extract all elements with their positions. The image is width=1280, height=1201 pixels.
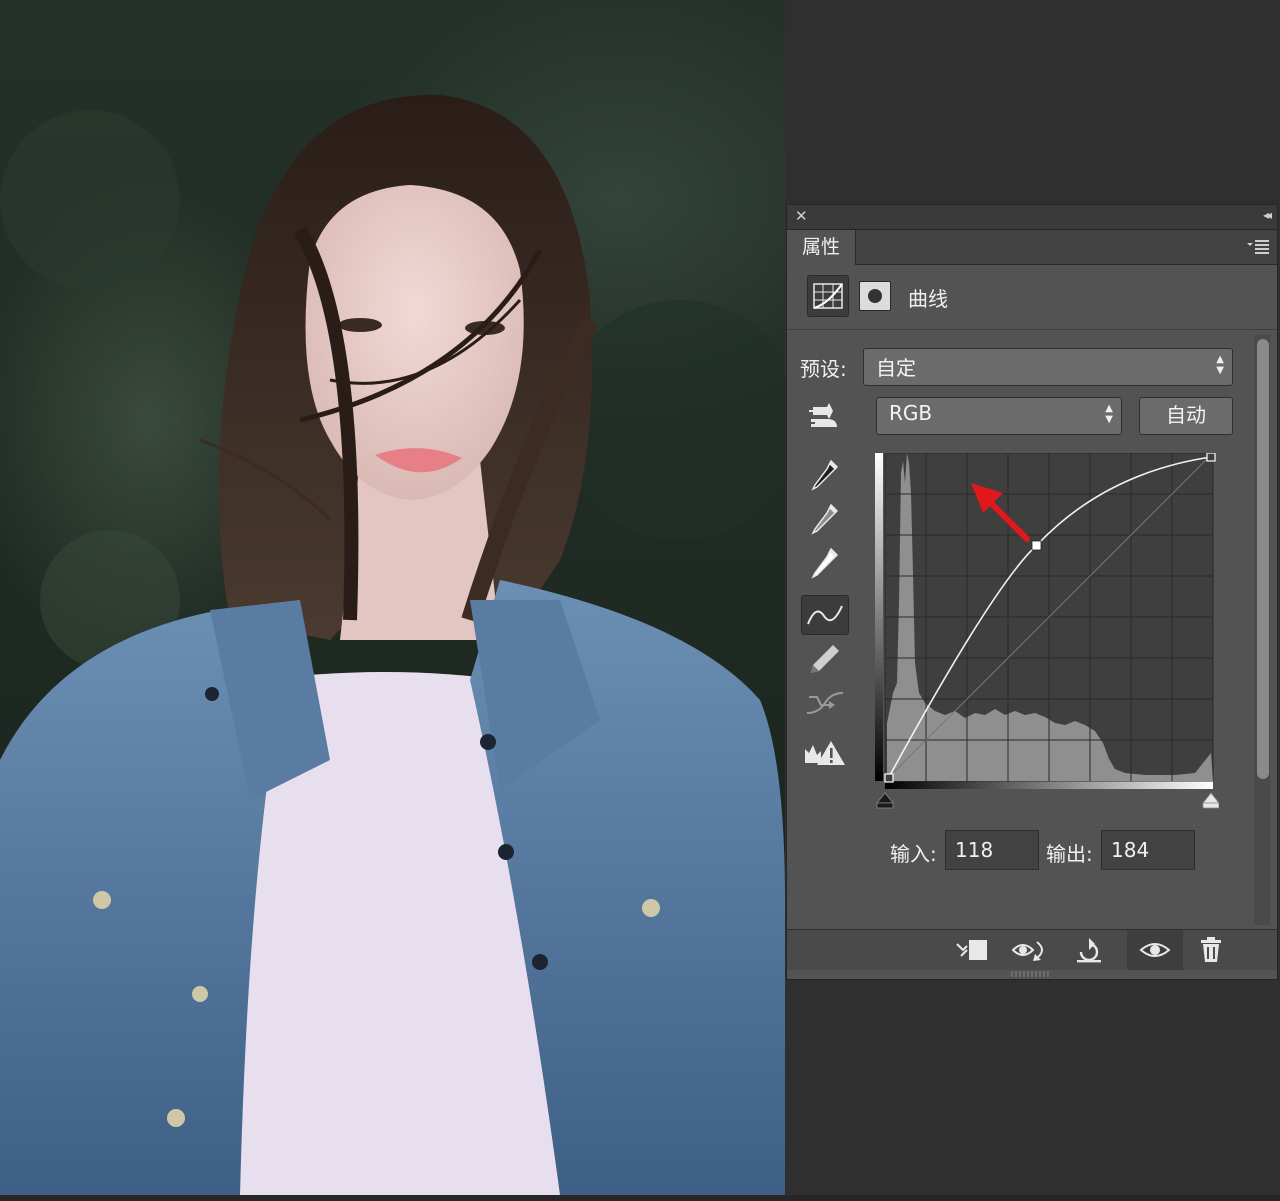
gray-point-eyedropper[interactable] [801, 499, 849, 539]
point-curve-tool[interactable] [801, 595, 849, 635]
portrait-illustration [0, 94, 785, 1195]
eye-icon [1139, 943, 1171, 957]
tab-properties[interactable]: 属性 [787, 230, 856, 265]
output-label: 输出: [1046, 842, 1093, 866]
reset-button[interactable] [1069, 934, 1109, 966]
black-point-eyedropper-icon [811, 459, 839, 491]
white-point-eyedropper[interactable] [801, 543, 849, 583]
curve-black-point[interactable] [884, 773, 894, 783]
panel-titlebar[interactable]: ✕ ◂◂ [787, 205, 1277, 230]
white-input-slider[interactable] [1202, 792, 1219, 804]
adjustment-name: 曲线 [908, 287, 948, 311]
channel-select[interactable]: RGB ▲ ▼ [876, 397, 1122, 435]
white-point-eyedropper-icon [811, 547, 839, 579]
auto-button[interactable]: 自动 [1139, 397, 1233, 435]
collapse-icon[interactable]: ◂◂ [1263, 208, 1272, 222]
scrollbar-thumb[interactable] [1257, 339, 1269, 779]
view-previous-button[interactable] [1011, 934, 1051, 966]
panel-menu-icon[interactable] [1247, 238, 1269, 254]
pencil-tool[interactable] [801, 639, 849, 679]
bottom-strip [0, 1195, 1280, 1201]
point-curve-icon [807, 605, 843, 625]
black-input-slider[interactable] [876, 792, 894, 804]
input-gradient-bar [885, 781, 1213, 789]
channel-value: RGB [889, 401, 933, 425]
panel-bottom-bar [787, 929, 1277, 970]
view-previous-icon [1011, 941, 1043, 961]
input-output-row: 输入: 118 输出: 184 [787, 830, 1277, 874]
adjustment-header: 曲线 [787, 265, 1277, 330]
targeted-adjustment-icon [809, 403, 837, 427]
preset-label: 预设: [800, 357, 847, 381]
clipping-warning-icon [805, 741, 845, 765]
preset-value: 自定 [876, 356, 916, 380]
trash-icon [1201, 937, 1221, 962]
curves-adjustment-icon [813, 283, 843, 309]
clipping-warning-tool[interactable] [801, 733, 849, 773]
close-icon[interactable]: ✕ [795, 207, 808, 225]
pencil-icon [811, 645, 839, 673]
smooth-curve-icon [806, 692, 844, 714]
panel-tab-row: 属性 [787, 230, 1277, 265]
black-point-eyedropper[interactable] [801, 455, 849, 495]
curves-adjustment-button[interactable] [807, 275, 849, 317]
output-field[interactable]: 184 [1101, 830, 1195, 870]
output-gradient-bar [875, 453, 883, 781]
curves-graph[interactable] [875, 453, 1219, 809]
clip-to-layer-button[interactable] [953, 934, 993, 966]
delete-button[interactable] [1191, 934, 1231, 966]
resize-grip-icon[interactable] [1011, 971, 1051, 977]
input-label: 输入: [890, 842, 937, 866]
preset-select[interactable]: 自定 ▲ ▼ [863, 348, 1233, 386]
smooth-curve-tool[interactable] [801, 683, 849, 723]
input-field[interactable]: 118 [945, 830, 1039, 870]
select-arrows-icon: ▲ ▼ [1216, 354, 1224, 376]
curve-control-point[interactable] [1031, 540, 1042, 551]
select-arrows-icon: ▲ ▼ [1105, 403, 1113, 425]
visibility-button[interactable] [1127, 930, 1183, 970]
mask-button[interactable] [859, 281, 891, 311]
mask-icon [868, 289, 882, 303]
portrait-photo [0, 0, 785, 1195]
reset-icon [1077, 938, 1101, 963]
properties-panel: ✕ ◂◂ 属性 曲线 预设: 自定 ▲ ▼ RGB ▲ ▼ 自动 输入: 118… [786, 204, 1278, 980]
gray-point-eyedropper-icon [811, 503, 839, 535]
curve-white-point[interactable] [1206, 453, 1216, 462]
clip-to-layer-icon [956, 940, 987, 960]
targeted-adjustment-tool[interactable] [801, 397, 849, 437]
